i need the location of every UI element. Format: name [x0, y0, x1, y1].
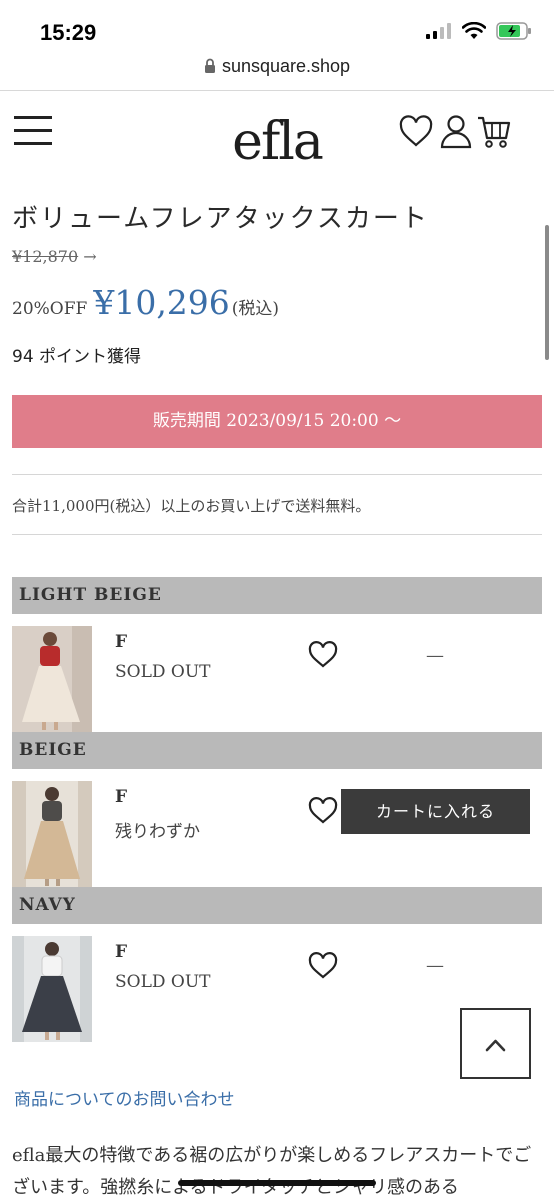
- add-to-cart-button[interactable]: カートに入れる: [341, 789, 530, 834]
- home-indicator[interactable]: [178, 1180, 376, 1186]
- original-price: ¥12,870 →: [12, 247, 97, 266]
- lock-icon: [204, 58, 215, 73]
- sale-period-banner: 販売期間 2023/09/15 20:00 〜: [12, 395, 542, 448]
- divider: [12, 534, 542, 535]
- signal-icon: [426, 23, 451, 39]
- tax-note: (税込): [231, 299, 280, 319]
- back-to-top-button[interactable]: [460, 1008, 531, 1079]
- add-favorite-heart-icon[interactable]: [308, 641, 338, 669]
- variant-header-light-beige: LIGHT BEIGE: [12, 577, 542, 614]
- stock-status: SOLD OUT: [115, 662, 211, 682]
- variant-header-beige: BEIGE: [12, 732, 542, 769]
- page-scrollbar[interactable]: [545, 225, 549, 360]
- cart-icon[interactable]: [476, 114, 512, 150]
- variant-color-name: NAVY: [19, 895, 76, 915]
- add-favorite-heart-icon[interactable]: [308, 797, 338, 825]
- stock-status: SOLD OUT: [115, 972, 211, 992]
- shipping-note: 合計11,000円(税込）以上のお買い上げで送料無料。: [12, 497, 371, 515]
- unavailable-dash: —: [426, 955, 444, 976]
- logo-text: efla: [232, 112, 324, 172]
- menu-icon[interactable]: [14, 116, 52, 148]
- product-description: efla最大の特徴である裾の広がりが楽しめるフレアスカートでございます。強撚糸に…: [12, 1145, 532, 1198]
- unavailable-dash: —: [426, 645, 444, 666]
- url-text: sunsquare.shop: [221, 56, 351, 76]
- status-time: 15:29: [40, 20, 97, 45]
- arrow-icon: →: [83, 247, 97, 266]
- product-thumbnail-beige[interactable]: [12, 781, 92, 887]
- product-inquiry-link[interactable]: 商品についてのお問い合わせ: [14, 1085, 235, 1110]
- points-earned: 94 ポイント獲得: [12, 347, 142, 367]
- variant-color-name: LIGHT BEIGE: [19, 585, 162, 605]
- add-favorite-heart-icon[interactable]: [308, 952, 338, 980]
- price-row: 20%OFF ¥10,296 (税込): [12, 283, 279, 322]
- variant-size: F: [115, 787, 128, 807]
- variant-header-navy: NAVY: [12, 887, 542, 924]
- product-thumbnail-light-beige[interactable]: [12, 626, 92, 732]
- battery-icon: [496, 22, 531, 40]
- site-logo[interactable]: efla: [225, 112, 329, 174]
- product-title: ボリュームフレアタックスカート: [12, 204, 429, 234]
- favorites-heart-icon[interactable]: [398, 114, 434, 150]
- stock-status: 残りわずか: [115, 822, 200, 842]
- address-bar[interactable]: sunsquare.shop: [0, 56, 554, 88]
- variant-size: F: [115, 942, 128, 962]
- product-thumbnail-navy[interactable]: [12, 936, 92, 1042]
- discount-label: 20%OFF: [12, 299, 88, 319]
- chevron-up-icon: [485, 1039, 506, 1052]
- variant-size: F: [115, 632, 128, 652]
- original-price-value: ¥12,870: [12, 247, 79, 266]
- divider: [12, 474, 542, 475]
- sale-price: ¥10,296: [93, 283, 230, 322]
- account-icon[interactable]: [440, 114, 472, 150]
- variant-color-name: BEIGE: [19, 740, 87, 760]
- browser-divider: [0, 90, 554, 91]
- status-bar: 15:29: [0, 0, 554, 56]
- wifi-icon: [462, 22, 486, 39]
